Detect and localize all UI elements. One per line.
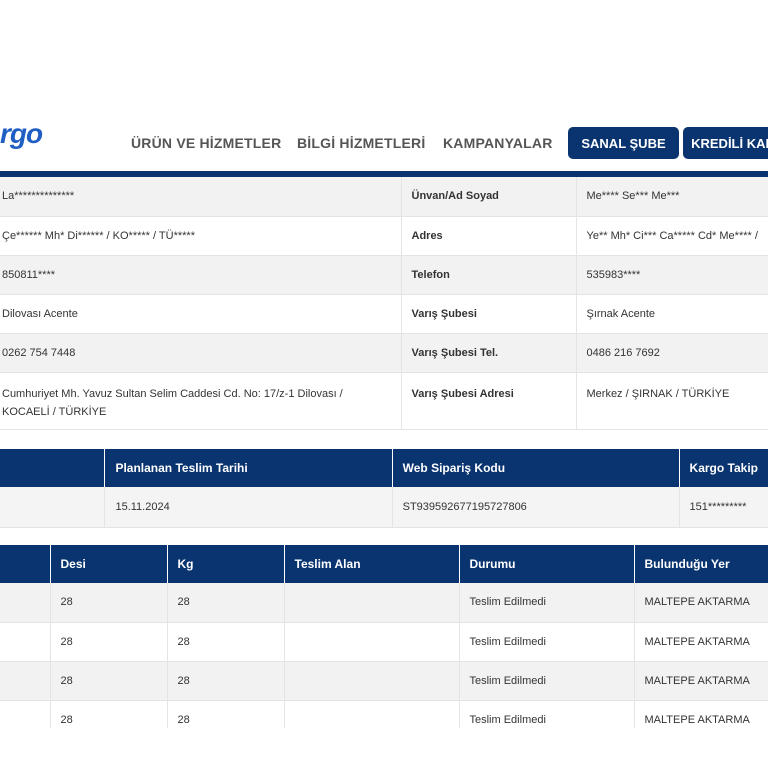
status-cell: Teslim Edilmedi [459, 661, 635, 701]
table-row: La************** Ünvan/Ad Soyad Me**** S… [0, 177, 768, 217]
departure-branch-phone: 0262 754 7448 [0, 333, 402, 373]
column-header: Web Sipariş Kodu [392, 449, 680, 487]
nav-info-services[interactable]: BİLGİ HİZMETLERİ [297, 135, 425, 151]
receiver-name: Me**** Se*** Me*** [576, 177, 768, 217]
sender-name: La************** [0, 177, 402, 217]
table-row: 28 28 Teslim Edilmedi MALTEPE AKTARMA [0, 583, 768, 623]
movements-table: Desi Kg Teslim Alan Durumu Bulunduğu Yer… [0, 545, 768, 740]
virtual-branch-button[interactable]: SANAL ŞUBE [568, 127, 679, 159]
departure-branch: Dilovası Acente [0, 294, 402, 334]
status-cell: Teslim Edilmedi [459, 583, 635, 623]
table-row: 28 28 Teslim Edilmedi MALTEPE AKTARMA [0, 622, 768, 662]
main-nav: ÜRÜN VE HİZMETLER BİLGİ HİZMETLERİ KAMPA… [0, 127, 768, 159]
kg-cell: 28 [167, 661, 285, 701]
table-row: Çe****** Mh* Di****** / KO***** / TÜ****… [0, 216, 768, 256]
receiver-cell [284, 622, 460, 662]
info-label: Telefon [401, 255, 577, 295]
nav-products-services[interactable]: ÜRÜN VE HİZMETLER [131, 135, 281, 151]
desi-cell: 28 [50, 622, 168, 662]
arrival-branch-address: Merkez / ŞIRNAK / TÜRKİYE [576, 372, 768, 430]
arrival-branch: Şırnak Acente [576, 294, 768, 334]
departure-branch-address: Cumhuriyet Mh. Yavuz Sultan Selim Caddes… [0, 372, 402, 430]
receiver-address: Ye** Mh* Ci*** Ca***** Cd* Me**** / [576, 216, 768, 256]
info-label: Ünvan/Ad Soyad [401, 177, 577, 217]
info-label: Varış Şubesi Adresi [401, 372, 577, 430]
table-row: Cumhuriyet Mh. Yavuz Sultan Selim Caddes… [0, 372, 768, 430]
sender-address: Çe****** Mh* Di****** / KO***** / TÜ****… [0, 216, 402, 256]
receiver-cell [284, 583, 460, 623]
receiver-cell [284, 661, 460, 701]
credit-card-button[interactable]: KREDİLİ KAR [683, 127, 768, 159]
location-cell: MALTEPE AKTARMA [634, 583, 768, 623]
delivery-table: Planlanan Teslim Tarihi Web Sipariş Kodu… [0, 449, 768, 528]
info-label: Varış Şubesi [401, 294, 577, 334]
planned-delivery-date: 15.11.2024 [104, 487, 393, 528]
column-header: Durumu [459, 545, 635, 583]
table-row: Dilovası Acente Varış Şubesi Şırnak Acen… [0, 294, 768, 334]
table-cell [0, 583, 51, 623]
nav-campaigns[interactable]: KAMPANYALAR [443, 135, 553, 151]
sender-phone: 850811**** [0, 255, 402, 295]
table-row: 850811**** Telefon 535983**** [0, 255, 768, 295]
status-cell: Teslim Edilmedi [459, 622, 635, 662]
web-order-code: ST939592677195727806 [392, 487, 680, 528]
column-header: Kargo Takip [679, 449, 768, 487]
location-cell: MALTEPE AKTARMA [634, 622, 768, 662]
info-label: Varış Şubesi Tel. [401, 333, 577, 373]
column-header: Kg [167, 545, 285, 583]
table-cell [0, 487, 106, 528]
arrival-branch-phone: 0486 216 7692 [576, 333, 768, 373]
receiver-phone: 535983**** [576, 255, 768, 295]
desi-cell: 28 [50, 583, 168, 623]
viewport-cutoff [0, 728, 768, 768]
kg-cell: 28 [167, 622, 285, 662]
table-row: 28 28 Teslim Edilmedi MALTEPE AKTARMA [0, 661, 768, 701]
location-cell: MALTEPE AKTARMA [634, 661, 768, 701]
table-cell [0, 661, 51, 701]
table-row: 0262 754 7448 Varış Şubesi Tel. 0486 216… [0, 333, 768, 373]
column-header: Desi [50, 545, 168, 583]
column-header [0, 449, 106, 487]
kg-cell: 28 [167, 583, 285, 623]
column-header: Planlanan Teslim Tarihi [104, 449, 393, 487]
table-row: 15.11.2024 ST939592677195727806 151*****… [0, 487, 768, 528]
column-header [0, 545, 51, 583]
info-label: Adres [401, 216, 577, 256]
column-header: Teslim Alan [284, 545, 460, 583]
desi-cell: 28 [50, 661, 168, 701]
table-cell [0, 622, 51, 662]
shipment-info-table: La************** Ünvan/Ad Soyad Me**** S… [0, 177, 768, 430]
tracking-number: 151********* [679, 487, 768, 528]
column-header: Bulunduğu Yer [634, 545, 768, 583]
